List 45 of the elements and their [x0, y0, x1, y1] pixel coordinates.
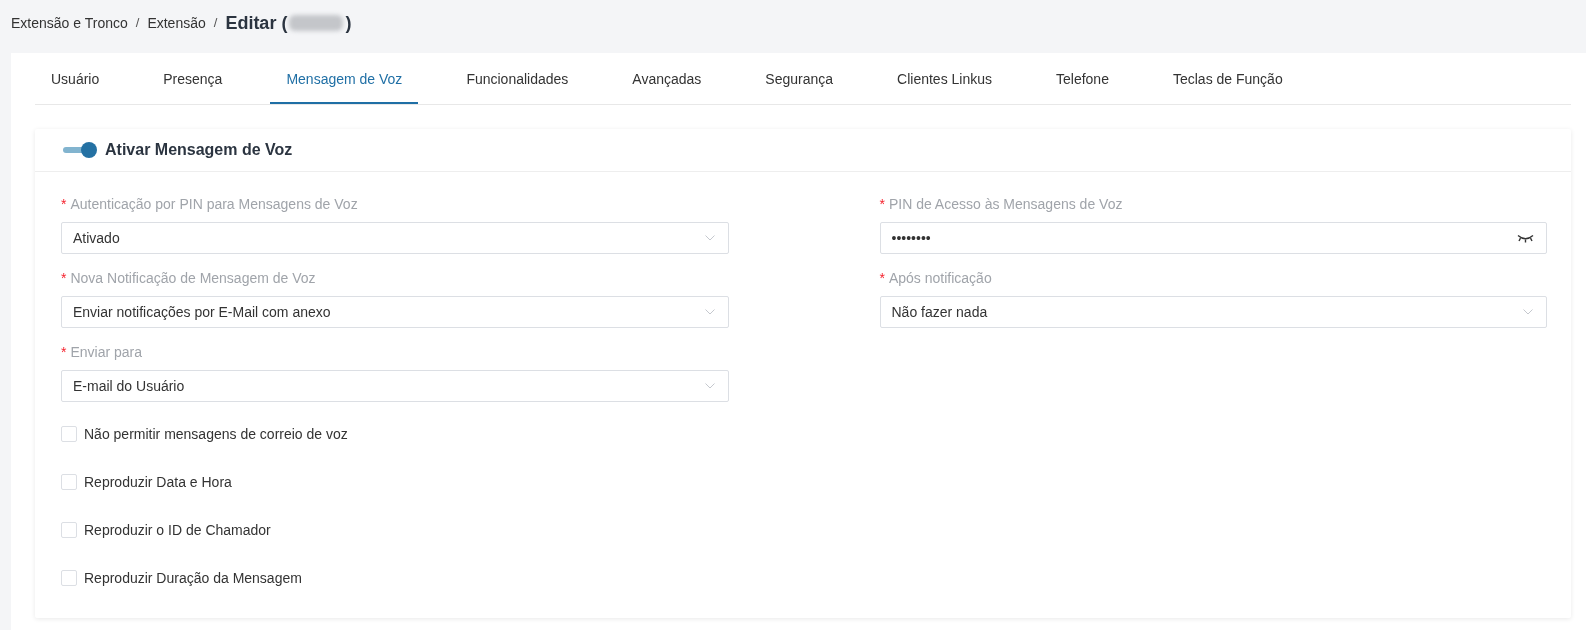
required-asterisk: *	[61, 196, 67, 212]
breadcrumb-link[interactable]: Extensão	[147, 12, 206, 34]
tab[interactable]: Funcionalidades	[450, 53, 585, 104]
chevron-down-icon	[1523, 309, 1533, 315]
tab[interactable]: Mensagem de Voz	[270, 53, 419, 104]
required-asterisk: *	[879, 196, 885, 212]
field-label: Enviar para	[70, 344, 143, 360]
tab[interactable]: Telefone	[1040, 53, 1125, 104]
page-title-end: )	[345, 12, 352, 34]
field-label: Autenticação por PIN para Mensagens de Voz	[70, 196, 358, 212]
tab[interactable]: Usuário	[35, 53, 116, 104]
breadcrumb-separator: /	[213, 14, 218, 32]
tab[interactable]: Avançadas	[616, 53, 718, 104]
breadcrumb-link[interactable]: Extensão e Tronco	[11, 12, 128, 34]
select-field[interactable]: Enviar notificações por E-Mail com anexo	[61, 296, 729, 328]
checkbox-label: Reproduzir Duração da Mensagem	[84, 570, 302, 586]
tab[interactable]: Clientes Linkus	[881, 53, 1008, 104]
page-title: Editar (	[225, 12, 288, 34]
chevron-down-icon	[704, 383, 715, 389]
breadcrumb-separator: /	[135, 14, 140, 32]
checkbox-label: Reproduzir Data e Hora	[84, 474, 232, 490]
password-field[interactable]: ••••••••	[879, 222, 1547, 254]
checkbox[interactable]	[61, 522, 77, 538]
select-field[interactable]: E-mail do Usuário	[61, 370, 729, 402]
section-title: Ativar Mensagem de Voz	[105, 141, 293, 159]
select-field[interactable]: Não fazer nada	[879, 296, 1547, 328]
tab[interactable]: Presença	[147, 53, 239, 104]
checkbox[interactable]	[61, 426, 77, 442]
field-label: Após notificação	[888, 270, 992, 286]
checkbox-label: Reproduzir o ID de Chamador	[84, 522, 271, 538]
checkbox[interactable]	[61, 474, 77, 490]
checkbox-label: Não permitir mensagens de correio de voz	[84, 426, 348, 442]
field-label: Nova Notificação de Mensagem de Voz	[70, 270, 316, 286]
required-asterisk: *	[61, 270, 67, 286]
toggle-switch[interactable]	[63, 142, 97, 158]
eye-closed-icon[interactable]	[1517, 233, 1534, 243]
checkbox[interactable]	[61, 570, 77, 586]
tab[interactable]: Teclas de Função	[1156, 53, 1299, 104]
select-field[interactable]: Ativado	[61, 222, 729, 254]
chevron-down-icon	[704, 309, 715, 315]
tab[interactable]: Segurança	[749, 53, 850, 104]
chevron-down-icon	[704, 235, 715, 241]
required-asterisk: *	[61, 344, 67, 360]
field-label: PIN de Acesso às Mensagens de Voz	[888, 196, 1123, 212]
required-asterisk: *	[879, 270, 885, 286]
